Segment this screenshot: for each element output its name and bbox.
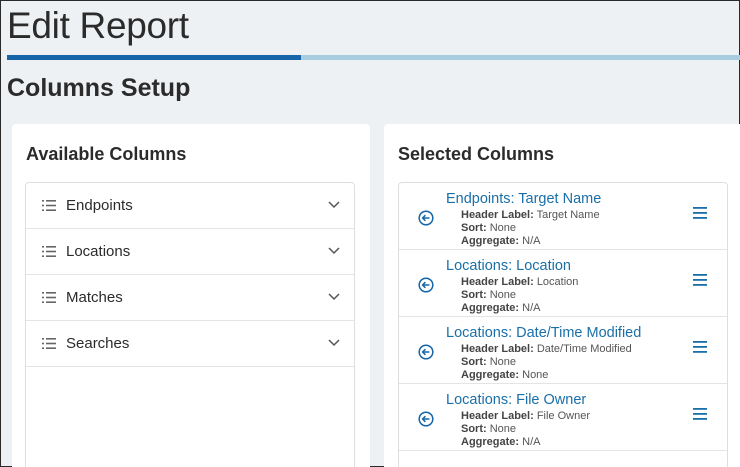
wizard-progress-fill xyxy=(7,55,301,60)
sort-row: Sort: None xyxy=(461,289,516,301)
header-label-value: Location xyxy=(536,276,579,288)
drag-handle-icon[interactable] xyxy=(693,341,707,353)
header-label-row: Header Label: Target Name xyxy=(461,209,600,221)
chevron-down-icon[interactable] xyxy=(328,200,340,209)
sort-row: Sort: None xyxy=(461,423,516,435)
arrow-left-circle-icon[interactable] xyxy=(418,344,434,360)
header-label-row: Header Label: Location xyxy=(461,276,578,288)
available-columns-list[interactable]: Endpoints Locations Matches Searches xyxy=(25,182,355,467)
page-title: Edit Report xyxy=(7,5,189,46)
arrow-left-circle-icon[interactable] xyxy=(418,411,434,427)
sort-key: Sort: xyxy=(461,356,487,368)
aggregate-value: None xyxy=(522,369,549,381)
sort-value: None xyxy=(489,222,517,234)
section-title: Columns Setup xyxy=(7,74,191,102)
arrow-left-circle-icon[interactable] xyxy=(418,210,434,226)
selected-columns-card: Selected Columns Endpoints: Target Name … xyxy=(384,124,740,467)
header-label-key: Header Label: xyxy=(461,343,534,355)
header-label-key: Header Label: xyxy=(461,209,534,221)
available-item-matches[interactable]: Matches xyxy=(26,275,354,321)
selected-columns-list[interactable]: Endpoints: Target Name Header Label: Tar… xyxy=(398,182,728,467)
selected-item[interactable]: Locations: Location Header Label: Locati… xyxy=(399,250,727,317)
list-icon xyxy=(42,246,56,257)
wizard-progress-bar xyxy=(7,55,740,60)
selected-item-title[interactable]: Locations: File Owner xyxy=(446,392,586,408)
selected-item[interactable]: Locations: File Owner Header Label: File… xyxy=(399,384,727,451)
list-icon xyxy=(42,292,56,303)
aggregate-value: N/A xyxy=(522,235,541,247)
available-item-label: Locations xyxy=(66,243,131,260)
aggregate-row: Aggregate: N/A xyxy=(461,436,540,448)
chevron-down-icon[interactable] xyxy=(328,338,340,347)
header-label-value: File Owner xyxy=(536,410,590,422)
chevron-down-icon[interactable] xyxy=(328,246,340,255)
available-columns-card: Available Columns Endpoints Locations Ma… xyxy=(12,124,370,467)
available-item-label: Endpoints xyxy=(66,197,133,214)
aggregate-key: Aggregate: xyxy=(461,369,520,381)
sort-key: Sort: xyxy=(461,289,487,301)
sort-row: Sort: None xyxy=(461,222,516,234)
list-icon xyxy=(42,338,56,349)
selected-item-title[interactable]: Locations: Date/Time Modified xyxy=(446,325,641,341)
sort-value: None xyxy=(489,356,517,368)
drag-handle-icon[interactable] xyxy=(693,207,707,219)
sort-key: Sort: xyxy=(461,423,487,435)
aggregate-row: Aggregate: N/A xyxy=(461,302,540,314)
available-item-label: Matches xyxy=(66,289,123,306)
selected-item[interactable]: Locations: Date/Time Modified Header Lab… xyxy=(399,317,727,384)
selected-columns-title: Selected Columns xyxy=(398,144,555,164)
available-columns-title: Available Columns xyxy=(26,144,187,164)
header-label-row: Header Label: File Owner xyxy=(461,410,590,422)
available-item-locations[interactable]: Locations xyxy=(26,229,354,275)
header-label-row: Header Label: Date/Time Modified xyxy=(461,343,632,355)
available-item-label: Searches xyxy=(66,335,130,352)
drag-handle-icon[interactable] xyxy=(693,274,707,286)
drag-handle-icon[interactable] xyxy=(693,408,707,420)
header-label-value: Date/Time Modified xyxy=(536,343,632,355)
selected-item-title[interactable]: Endpoints: Target Name xyxy=(446,191,601,207)
sort-value: None xyxy=(489,423,517,435)
sort-row: Sort: None xyxy=(461,356,516,368)
aggregate-row: Aggregate: None xyxy=(461,369,548,381)
sort-key: Sort: xyxy=(461,222,487,234)
aggregate-row: Aggregate: N/A xyxy=(461,235,540,247)
aggregate-value: N/A xyxy=(522,302,541,314)
aggregate-value: N/A xyxy=(522,436,541,448)
available-item-endpoints[interactable]: Endpoints xyxy=(26,183,354,229)
arrow-left-circle-icon[interactable] xyxy=(418,277,434,293)
header-label-key: Header Label: xyxy=(461,276,534,288)
selected-item[interactable]: Endpoints: Target Name Header Label: Tar… xyxy=(399,183,727,250)
aggregate-key: Aggregate: xyxy=(461,235,520,247)
available-item-searches[interactable]: Searches xyxy=(26,321,354,367)
aggregate-key: Aggregate: xyxy=(461,436,520,448)
sort-value: None xyxy=(489,289,517,301)
selected-item-title[interactable]: Locations: Location xyxy=(446,258,571,274)
list-icon xyxy=(42,200,56,211)
chevron-down-icon[interactable] xyxy=(328,292,340,301)
aggregate-key: Aggregate: xyxy=(461,302,520,314)
header-label-value: Target Name xyxy=(536,209,600,221)
header-label-key: Header Label: xyxy=(461,410,534,422)
